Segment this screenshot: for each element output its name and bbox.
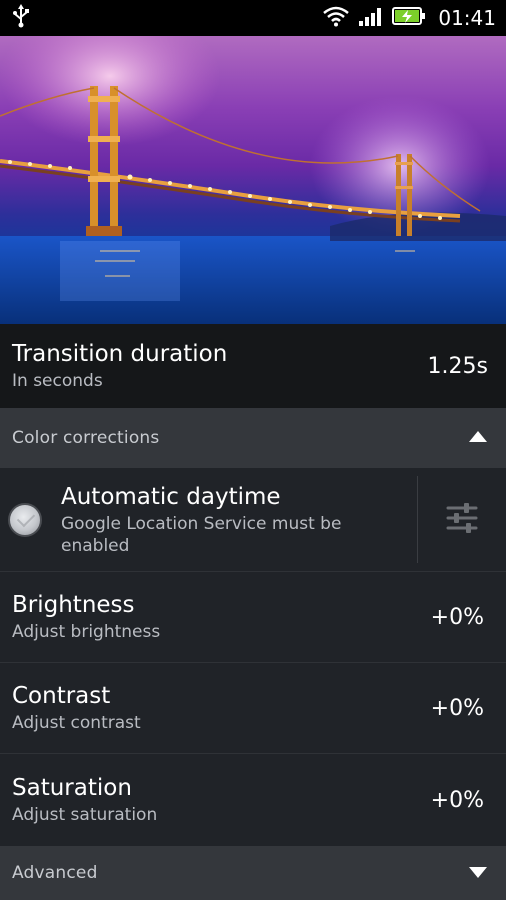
advanced-header[interactable]: Advanced bbox=[0, 846, 506, 900]
signal-icon bbox=[358, 5, 384, 31]
battery-charging-icon bbox=[392, 5, 426, 31]
brightness-title: Brightness bbox=[12, 592, 135, 618]
clock: 01:41 bbox=[438, 6, 496, 30]
saturation-subtitle: Adjust saturation bbox=[12, 805, 158, 825]
automatic-daytime-subtitle: Google Location Service must be enabled bbox=[61, 513, 342, 556]
advanced-title: Advanced bbox=[12, 863, 98, 883]
contrast-title: Contrast bbox=[12, 683, 111, 709]
automatic-daytime-title: Automatic daytime bbox=[61, 483, 281, 510]
wallpaper-preview-image bbox=[0, 36, 506, 324]
expand-arrow-icon bbox=[468, 864, 488, 883]
saturation-row[interactable]: Saturation Adjust saturation +0% bbox=[0, 754, 506, 846]
wifi-icon bbox=[322, 5, 350, 31]
transition-duration-row[interactable]: Transition duration In seconds 1.25s bbox=[0, 324, 506, 408]
transition-duration-subtitle: In seconds bbox=[12, 371, 103, 391]
status-bar: 01:41 bbox=[0, 0, 506, 36]
brightness-value: +0% bbox=[430, 604, 484, 630]
automatic-daytime-row[interactable]: Automatic daytime Google Location Servic… bbox=[0, 468, 506, 571]
transition-duration-value: 1.25s bbox=[427, 353, 488, 379]
collapse-arrow-icon bbox=[468, 429, 488, 448]
brightness-row[interactable]: Brightness Adjust brightness +0% bbox=[0, 572, 506, 662]
color-corrections-header[interactable]: Color corrections bbox=[0, 408, 506, 468]
brightness-subtitle: Adjust brightness bbox=[12, 622, 161, 642]
color-corrections-title: Color corrections bbox=[12, 428, 160, 448]
usb-icon bbox=[10, 3, 32, 33]
contrast-subtitle: Adjust contrast bbox=[12, 713, 141, 733]
daytime-settings-button[interactable] bbox=[418, 468, 506, 571]
transition-duration-title: Transition duration bbox=[12, 341, 228, 367]
saturation-title: Saturation bbox=[12, 775, 132, 801]
sliders-icon bbox=[444, 500, 480, 540]
contrast-value: +0% bbox=[430, 695, 484, 721]
contrast-row[interactable]: Contrast Adjust contrast +0% bbox=[0, 663, 506, 753]
automatic-daytime-checkbox[interactable] bbox=[8, 502, 42, 537]
saturation-value: +0% bbox=[430, 787, 484, 813]
